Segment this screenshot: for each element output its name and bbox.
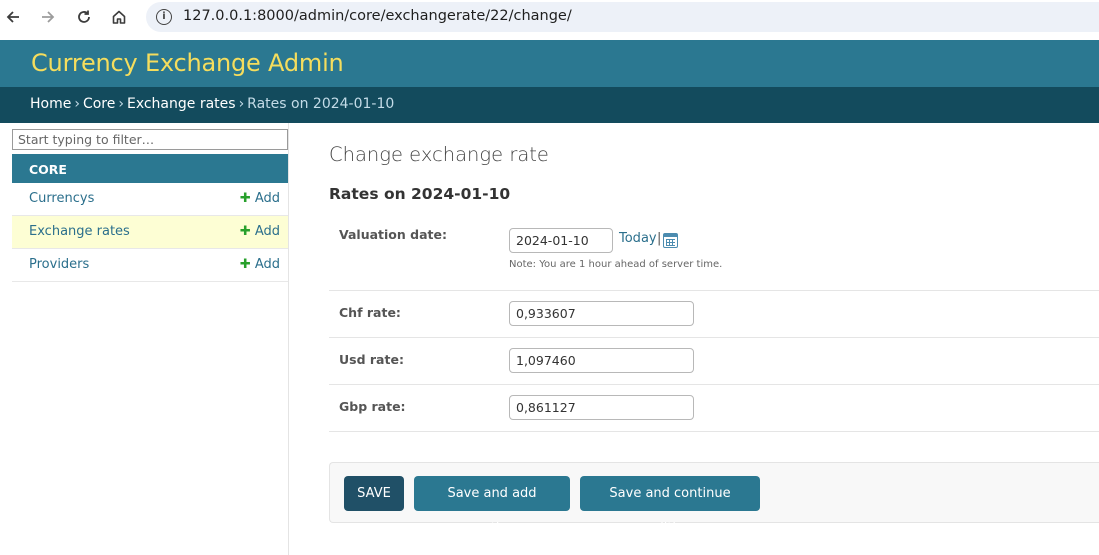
- date-shortcuts: Today |: [329, 229, 1099, 253]
- url-text: 127.0.0.1:8000/admin/core/exchangerate/2…: [183, 8, 572, 24]
- timezone-warning: Note: You are 1 hour ahead of server tim…: [509, 259, 723, 270]
- breadcrumb-current: Rates on 2024-01-10: [247, 96, 395, 112]
- breadcrumb-separator: ›: [74, 96, 80, 112]
- sidebar-item-label[interactable]: Providers: [29, 257, 89, 272]
- form-row-valuation-date: Valuation date: Today | Note: You are 1 …: [329, 214, 1099, 291]
- object-title: Rates on 2024-01-10: [329, 185, 511, 203]
- nav-filter-input[interactable]: [12, 129, 288, 150]
- gbp-rate-input[interactable]: [509, 395, 694, 420]
- home-button[interactable]: [106, 5, 132, 29]
- form-row-chf-rate: Chf rate:: [329, 291, 1099, 338]
- calendar-icon[interactable]: [663, 233, 678, 248]
- forward-button[interactable]: [35, 5, 61, 29]
- breadcrumb: Home › Core › Exchange rates › Rates on 2024-0…: [0, 87, 1099, 123]
- chf-rate-label: Chf rate:: [339, 305, 401, 320]
- save-and-add-another-button[interactable]: Save and add another: [414, 476, 570, 536]
- add-provider-link[interactable]: ✚ Add: [240, 257, 280, 272]
- chf-rate-input[interactable]: [509, 301, 694, 326]
- breadcrumb-exchange-rates[interactable]: Exchange rates: [127, 96, 236, 112]
- add-currency-link[interactable]: ✚ Add: [240, 191, 280, 206]
- breadcrumb-separator: ›: [238, 96, 245, 112]
- sidebar-item-exchange-rates: Exchange rates ✚ Add: [12, 216, 288, 249]
- back-button[interactable]: [0, 5, 26, 29]
- arrow-right-icon: [42, 11, 55, 23]
- form-row-gbp-rate: Gbp rate:: [329, 385, 1099, 432]
- breadcrumb-core[interactable]: Core: [83, 96, 115, 112]
- address-bar[interactable]: i 127.0.0.1:8000/admin/core/exchangerate…: [146, 2, 1099, 32]
- reload-icon: [78, 10, 90, 23]
- browser-toolbar: i 127.0.0.1:8000/admin/core/exchangerate…: [0, 0, 1099, 35]
- usd-rate-label: Usd rate:: [339, 352, 404, 367]
- sidebar-item-providers: Providers ✚ Add: [12, 249, 288, 282]
- info-icon[interactable]: i: [156, 9, 172, 25]
- app-caption-core[interactable]: CORE: [12, 154, 288, 183]
- sidebar-item-label[interactable]: Currencys: [29, 191, 94, 206]
- gbp-rate-label: Gbp rate:: [339, 399, 406, 414]
- site-header: Currency Exchange Admin: [0, 40, 1099, 87]
- sidebar-item-currencys: Currencys ✚ Add: [12, 183, 288, 216]
- page-title: Change exchange rate: [329, 143, 549, 166]
- submit-row: SAVE Save and add another Save and conti…: [329, 462, 1099, 536]
- shortcut-separator: |: [657, 231, 662, 246]
- today-link[interactable]: Today: [619, 231, 657, 246]
- save-and-continue-button[interactable]: Save and continue editing: [580, 476, 760, 536]
- home-icon: [112, 10, 126, 24]
- site-title[interactable]: Currency Exchange Admin: [31, 49, 344, 77]
- sidebar: CORE Currencys ✚Add Exchange rates ✚Add …: [12, 123, 289, 555]
- plus-icon: ✚: [239, 224, 251, 239]
- breadcrumb-home[interactable]: Home: [30, 96, 71, 112]
- breadcrumb-separator: ›: [118, 96, 124, 112]
- plus-icon: ✚: [239, 191, 251, 206]
- usd-rate-input[interactable]: [509, 348, 694, 373]
- add-label: Add: [254, 224, 280, 239]
- add-label: Add: [254, 257, 280, 272]
- form-row-usd-rate: Usd rate:: [329, 338, 1099, 385]
- sidebar-item-label[interactable]: Exchange rates: [29, 224, 130, 239]
- reload-button[interactable]: [71, 5, 97, 29]
- plus-icon: ✚: [239, 257, 251, 272]
- arrow-left-icon: [6, 11, 19, 23]
- add-label: Add: [254, 191, 280, 206]
- save-button[interactable]: SAVE: [344, 476, 404, 511]
- add-exchange-rate-link[interactable]: ✚ Add: [240, 224, 280, 239]
